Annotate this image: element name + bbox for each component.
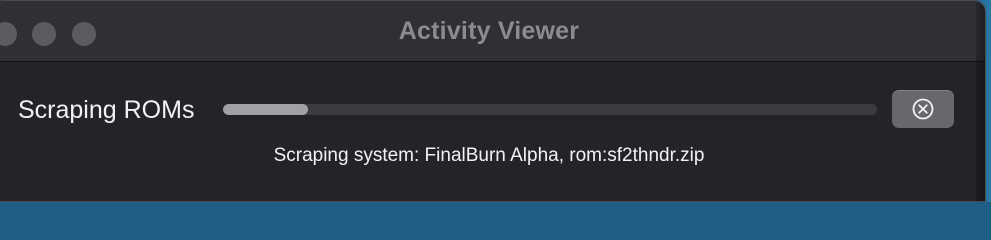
window-title: Activity Viewer (398, 17, 580, 45)
cancel-task-button[interactable] (892, 90, 954, 128)
close-circle-icon (912, 98, 934, 120)
activity-viewer-window: Activity Viewer Scraping ROMs Scraping s… (0, 0, 986, 202)
window-edge-shadow (976, 1, 985, 201)
scrape-status-text: Scraping system: FinalBurn Alpha, rom:sf… (273, 145, 705, 166)
task-label: Scraping ROMs (18, 96, 195, 124)
window-titlebar: Activity Viewer (0, 1, 985, 62)
activity-content: Scraping ROMs Scraping system: FinalBurn… (0, 62, 985, 201)
progress-fill (223, 104, 309, 115)
progress-bar (223, 104, 877, 115)
